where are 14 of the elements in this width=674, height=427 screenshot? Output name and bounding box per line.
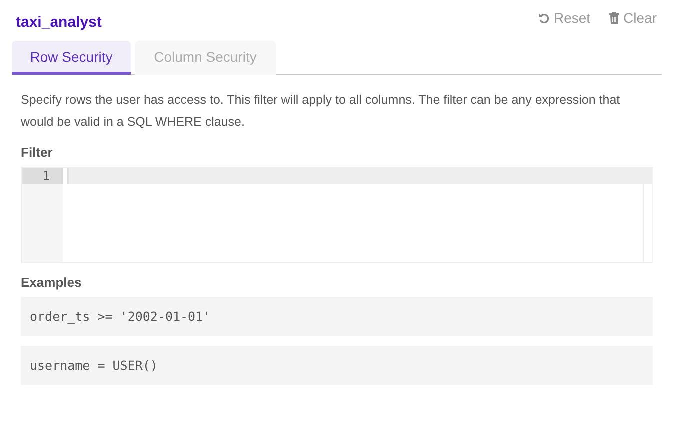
- example-code: order_ts >= '2002-01-01': [21, 297, 653, 336]
- line-number: 1: [22, 168, 63, 184]
- reset-button[interactable]: Reset: [538, 10, 591, 26]
- examples-label: Examples: [21, 275, 83, 290]
- filter-label: Filter: [21, 145, 54, 160]
- user-title: taxi_analyst: [16, 14, 102, 31]
- undo-icon: [538, 12, 550, 24]
- description-text: Specify rows the user has access to. This filter will apply to all columns. The filter can be any expression that would be valid in a SQL WHERE clause.: [21, 92, 622, 131]
- trash-icon: [608, 12, 620, 24]
- tab[interactable]: Column Security: [135, 41, 276, 75]
- tab[interactable]: Row Security: [12, 41, 131, 75]
- example-code: username = USER(): [21, 346, 653, 385]
- code-editor[interactable]: 1: [21, 167, 653, 263]
- clear-button[interactable]: Clear: [608, 10, 657, 26]
